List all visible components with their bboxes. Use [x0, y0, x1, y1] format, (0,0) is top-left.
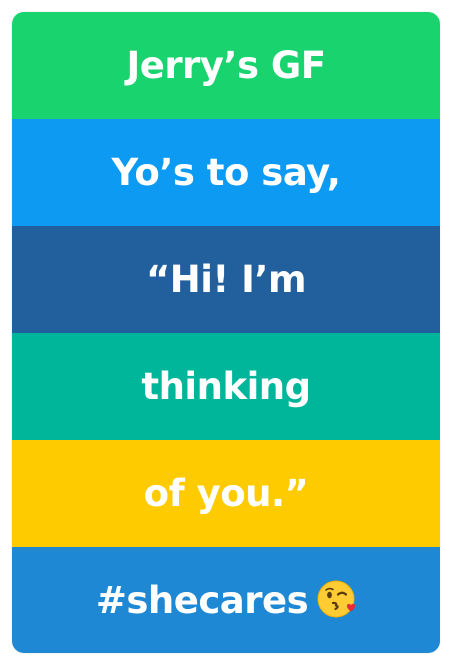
row-4: thinking	[12, 333, 440, 440]
row-3-text: “Hi! I’m	[145, 258, 307, 301]
row-5-text: of you.”	[143, 472, 309, 515]
row-6: #shecares	[12, 547, 440, 653]
row-2-text: Yo’s to say,	[111, 151, 341, 194]
row-1-text: Jerry’s GF	[126, 44, 326, 87]
kissing-face-winking-icon	[316, 579, 356, 619]
row-3: “Hi! I’m	[12, 226, 440, 333]
row-1: Jerry’s GF	[12, 12, 440, 119]
row-4-text: thinking	[141, 365, 311, 408]
row-2: Yo’s to say,	[12, 119, 440, 226]
row-5: of you.”	[12, 440, 440, 547]
hashtag-text: #shecares	[95, 578, 309, 622]
message-card: Jerry’s GF Yo’s to say, “Hi! I’m thinkin…	[12, 12, 440, 653]
